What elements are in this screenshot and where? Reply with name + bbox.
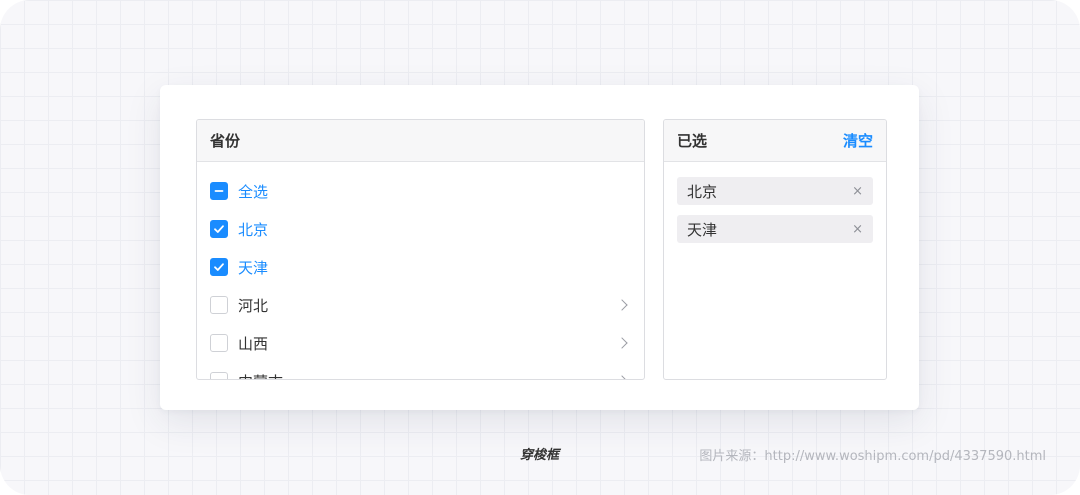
tag-label: 天津 xyxy=(687,220,718,239)
checkbox[interactable] xyxy=(210,296,228,314)
province-item[interactable]: 内蒙古 xyxy=(197,362,644,380)
close-icon[interactable]: × xyxy=(852,222,863,237)
checkbox[interactable] xyxy=(210,220,228,238)
province-label: 内蒙古 xyxy=(238,371,283,380)
checkbox[interactable] xyxy=(210,334,228,352)
province-label: 全选 xyxy=(238,182,269,201)
province-label: 山西 xyxy=(238,334,269,353)
minus-icon xyxy=(214,190,224,192)
chevron-right-icon[interactable] xyxy=(616,337,628,349)
chevron-right-icon[interactable] xyxy=(616,299,628,311)
source-panel-header: 省份 xyxy=(197,120,644,162)
transfer-card: 省份 全选 北京 天津 河北 山西 已选 清空 北京 × 天津 × xyxy=(160,85,919,410)
chevron-right-icon[interactable] xyxy=(616,375,628,379)
source-note: 图片来源：http://www.woshipm.com/pd/4337590.h… xyxy=(699,449,1046,464)
province-item[interactable]: 天津 xyxy=(197,248,644,286)
close-icon[interactable]: × xyxy=(852,184,863,199)
province-label: 河北 xyxy=(238,296,269,315)
canvas-background: 省份 全选 北京 天津 河北 山西 已选 清空 北京 × 天津 × 穿梭框 图片… xyxy=(0,0,1080,495)
selected-tags: 北京 × 天津 × xyxy=(664,162,886,243)
clear-button[interactable]: 清空 xyxy=(843,130,873,151)
tag-label: 北京 xyxy=(687,182,718,201)
target-panel-title: 已选 xyxy=(677,132,708,150)
province-label: 天津 xyxy=(238,258,269,277)
check-icon xyxy=(214,225,224,233)
checkbox[interactable] xyxy=(210,372,228,379)
province-item[interactable]: 河北 xyxy=(197,286,644,324)
checkbox[interactable] xyxy=(210,258,228,276)
target-panel: 已选 清空 北京 × 天津 × xyxy=(663,119,887,380)
province-list[interactable]: 全选 北京 天津 河北 山西 xyxy=(197,162,644,380)
checkbox[interactable] xyxy=(210,182,228,200)
selected-tag: 天津 × xyxy=(677,215,873,243)
province-item[interactable]: 山西 xyxy=(197,324,644,362)
province-item[interactable]: 北京 xyxy=(197,210,644,248)
source-panel-title: 省份 xyxy=(210,132,241,150)
check-icon xyxy=(214,263,224,271)
figure-caption: 穿梭框 xyxy=(520,448,560,463)
target-panel-header: 已选 清空 xyxy=(664,120,886,162)
province-item[interactable]: 全选 xyxy=(197,172,644,210)
selected-tag: 北京 × xyxy=(677,177,873,205)
source-panel: 省份 全选 北京 天津 河北 山西 xyxy=(196,119,645,380)
province-label: 北京 xyxy=(238,220,269,239)
